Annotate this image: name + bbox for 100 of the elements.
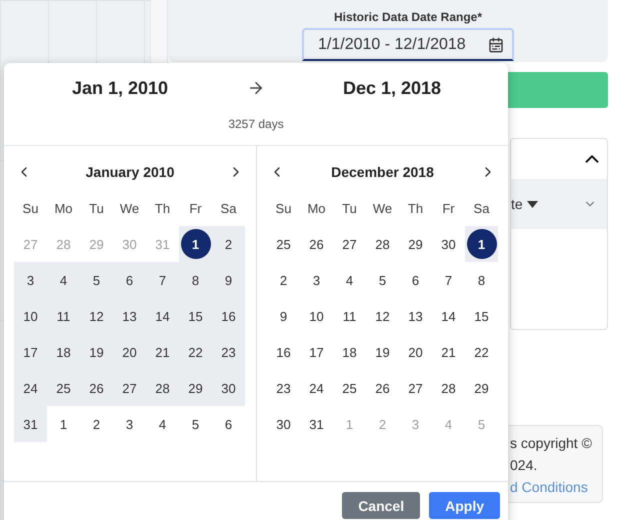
day-button[interactable]: 22 — [180, 337, 210, 367]
sort-caret-icon[interactable] — [526, 200, 538, 208]
day-button[interactable]: 17 — [302, 337, 332, 367]
day-button[interactable]: 13 — [114, 301, 144, 331]
weekday-label: Th — [406, 200, 424, 218]
day-button[interactable]: 21 — [434, 337, 464, 367]
day-button[interactable]: 5 — [82, 265, 112, 295]
date-range-field[interactable]: 1/1/2010 - 12/1/2018 — [302, 28, 514, 61]
day-button[interactable]: 26 — [302, 229, 332, 259]
cancel-button[interactable]: Cancel — [342, 492, 420, 519]
day-button[interactable]: 4 — [148, 409, 178, 439]
day-button[interactable]: 7 — [434, 265, 464, 295]
note-text: s copyright © — [510, 434, 593, 453]
month-title: January 2010 — [86, 164, 174, 180]
day-button[interactable]: 3 — [114, 409, 144, 439]
day-button[interactable]: 20 — [114, 337, 144, 367]
day-button[interactable]: 9 — [214, 265, 244, 295]
day-button[interactable]: 11 — [334, 301, 364, 331]
day-button[interactable]: 11 — [48, 301, 78, 331]
day-button[interactable]: 12 — [368, 301, 398, 331]
end-date: Dec 1, 2018 — [342, 78, 442, 98]
weekday-label: Fr — [441, 200, 456, 218]
day-button[interactable]: 27 — [400, 373, 430, 403]
column-header-text: te — [511, 196, 523, 212]
day-button[interactable]: 20 — [400, 337, 430, 367]
day-button[interactable]: 25 — [48, 373, 78, 403]
day-button[interactable]: 18 — [48, 337, 78, 367]
weekday-label: Tu — [88, 200, 105, 218]
weekday-label: Mo — [306, 200, 327, 218]
day-button[interactable]: 31 — [302, 409, 332, 439]
day-button[interactable]: 2 — [214, 229, 244, 259]
note-text: 024. — [510, 456, 538, 475]
day-button[interactable]: 14 — [434, 301, 464, 331]
weekday-label: Sa — [220, 200, 238, 218]
day-button[interactable]: 13 — [400, 301, 430, 331]
day-button[interactable]: 30 — [214, 373, 244, 403]
day-button[interactable]: 29 — [400, 229, 430, 259]
day-button[interactable]: 16 — [214, 301, 244, 331]
day-button[interactable]: 3 — [302, 265, 332, 295]
day-button[interactable]: 9 — [268, 301, 298, 331]
day-button[interactable]: 10 — [302, 301, 332, 331]
duration-text: 3257 days — [228, 117, 284, 131]
day-button[interactable]: 6 — [114, 265, 144, 295]
weekday-label: Th — [154, 200, 172, 218]
day-button[interactable]: 22 — [466, 337, 496, 367]
day-button[interactable]: 10 — [16, 301, 46, 331]
day-button[interactable]: 29 — [180, 373, 210, 403]
day-button[interactable]: 5 — [368, 265, 398, 295]
weekday-label: We — [118, 200, 140, 218]
weekday-label: Tu — [341, 200, 358, 218]
day-button[interactable]: 30 — [268, 409, 298, 439]
day-button[interactable]: 6 — [214, 409, 244, 439]
day-button[interactable]: 2 — [82, 409, 112, 439]
weekday-label: Sa — [472, 200, 490, 218]
day-button[interactable]: 31 — [16, 409, 46, 439]
day-button[interactable]: 8 — [180, 265, 210, 295]
day-button[interactable]: 29 — [466, 373, 496, 403]
day-button[interactable]: 17 — [16, 337, 46, 367]
day-button[interactable]: 16 — [268, 337, 298, 367]
day-button[interactable]: 6 — [400, 265, 430, 295]
day-button[interactable]: 27 — [334, 229, 364, 259]
weekday-label: Fr — [188, 200, 203, 218]
day-button[interactable]: 1 — [466, 229, 496, 259]
weekday-label: Mo — [53, 200, 74, 218]
day-button[interactable]: 14 — [148, 301, 178, 331]
day-button[interactable]: 5 — [180, 409, 210, 439]
day-button[interactable]: 18 — [334, 337, 364, 367]
day-button[interactable]: 25 — [268, 229, 298, 259]
day-button[interactable]: 15 — [466, 301, 496, 331]
field-label: Historic Data Date Range* — [334, 10, 482, 24]
day-button[interactable]: 27 — [114, 373, 144, 403]
day-button[interactable]: 28 — [434, 373, 464, 403]
day-button[interactable]: 30 — [434, 229, 464, 259]
day-button[interactable]: 7 — [148, 265, 178, 295]
day-button[interactable]: 19 — [368, 337, 398, 367]
day-button[interactable]: 26 — [368, 373, 398, 403]
start-date: Jan 1, 2010 — [72, 78, 168, 98]
day-button[interactable]: 24 — [16, 373, 46, 403]
day-button[interactable]: 28 — [368, 229, 398, 259]
day-button[interactable]: 1 — [180, 229, 210, 259]
day-button[interactable]: 4 — [334, 265, 364, 295]
weekday-label: We — [372, 200, 394, 218]
apply-button[interactable]: Apply — [429, 492, 500, 519]
day-button[interactable]: 3 — [16, 265, 46, 295]
calendar-icon — [488, 36, 504, 52]
day-button[interactable]: 2 — [268, 265, 298, 295]
day-button[interactable]: 25 — [334, 373, 364, 403]
day-button[interactable]: 15 — [180, 301, 210, 331]
weekday-label: Su — [274, 200, 292, 218]
day-button[interactable]: 19 — [82, 337, 112, 367]
day-button[interactable]: 23 — [268, 373, 298, 403]
day-button[interactable]: 28 — [148, 373, 178, 403]
day-button[interactable]: 23 — [214, 337, 244, 367]
day-button[interactable]: 4 — [48, 265, 78, 295]
day-button[interactable]: 26 — [82, 373, 112, 403]
day-button[interactable]: 12 — [82, 301, 112, 331]
day-button[interactable]: 21 — [148, 337, 178, 367]
day-button[interactable]: 24 — [302, 373, 332, 403]
day-button[interactable]: 8 — [466, 265, 496, 295]
day-button[interactable]: 1 — [48, 409, 78, 439]
